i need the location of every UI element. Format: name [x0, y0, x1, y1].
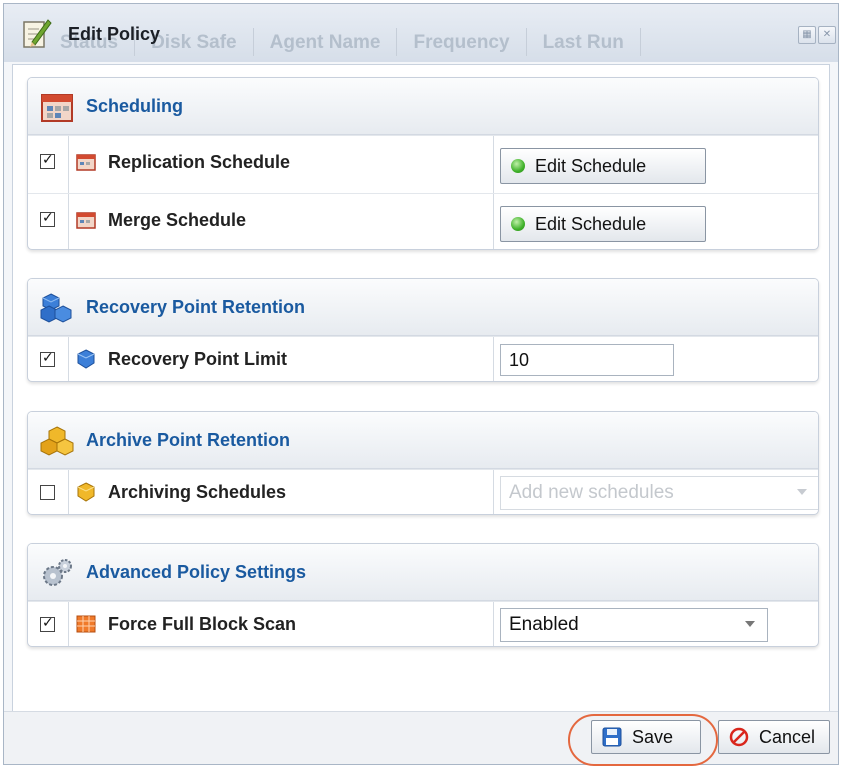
calendar-icon	[41, 94, 73, 122]
replication-schedule-checkbox[interactable]: ✓	[40, 152, 55, 169]
archiving-schedules-row: Archiving Schedules Add new schedules	[28, 469, 818, 514]
selected-value: Enabled	[509, 614, 579, 635]
gold-cubes-icon	[40, 426, 74, 456]
bg-header-frequency: Frequency	[397, 28, 527, 56]
floppy-disk-icon	[602, 727, 622, 747]
advanced-header: Advanced Policy Settings	[28, 544, 818, 601]
maximize-icon: ▦	[802, 29, 812, 40]
value-cell: 10	[493, 337, 818, 381]
dialog-content: Scheduling ✓ Replication Schedule Edit S…	[12, 64, 830, 712]
edit-merge-schedule-button[interactable]: Edit Schedule	[500, 206, 706, 242]
value-cell: Add new schedules	[493, 470, 818, 514]
checkbox-cell: ✓	[28, 337, 69, 381]
dropdown-arrow-icon	[797, 489, 807, 495]
edit-policy-window: Status Disk Safe Agent Name Frequency La…	[3, 3, 839, 765]
value-cell: Enabled	[493, 602, 818, 646]
maximize-button[interactable]: ▦	[798, 26, 816, 44]
advanced-policy-settings-section: Advanced Policy Settings ✓ Force Full Bl…	[27, 543, 819, 647]
force-full-block-scan-checkbox[interactable]: ✓	[40, 615, 55, 632]
checkbox-cell: ✓	[28, 602, 69, 646]
green-status-icon	[511, 217, 525, 231]
checkbox-cell	[28, 470, 69, 514]
edit-document-icon	[23, 19, 52, 48]
dialog-footer: Save Cancel	[4, 711, 838, 764]
bg-header-agent-name: Agent Name	[254, 28, 398, 56]
checkmark-icon: ✓	[42, 615, 54, 631]
save-label: Save	[632, 726, 674, 747]
edit-replication-schedule-button[interactable]: Edit Schedule	[500, 148, 706, 184]
force-full-block-scan-label: Force Full Block Scan	[108, 614, 297, 634]
archive-point-retention-section: Archive Point Retention Archiving Schedu…	[27, 411, 819, 515]
recovery-point-limit-label: Recovery Point Limit	[108, 349, 288, 369]
blue-cubes-icon	[40, 293, 72, 323]
scheduling-section: Scheduling ✓ Replication Schedule Edit S…	[27, 77, 819, 250]
cancel-icon	[729, 727, 749, 747]
gold-cube-icon	[77, 482, 95, 502]
scheduling-title: Scheduling	[86, 96, 184, 116]
recovery-title: Recovery Point Retention	[86, 297, 306, 317]
archive-title: Archive Point Retention	[86, 430, 291, 450]
calendar-icon	[76, 154, 96, 171]
close-button[interactable]: ✕	[818, 26, 836, 44]
checkbox-cell: ✓	[28, 194, 69, 249]
grid-icon	[76, 615, 96, 633]
recovery-point-limit-input[interactable]: 10	[500, 344, 674, 376]
checkbox-cell: ✓	[28, 136, 69, 193]
calendar-icon	[76, 212, 96, 229]
archiving-schedules-dropdown[interactable]: Add new schedules	[500, 476, 818, 510]
recovery-point-limit-row: ✓ Recovery Point Limit 10	[28, 336, 818, 381]
gears-icon	[43, 559, 72, 586]
recovery-header: Recovery Point Retention	[28, 279, 818, 336]
recovery-point-retention-section: Recovery Point Retention ✓ Recovery Poin…	[27, 278, 819, 382]
edit-schedule-label: Edit Schedule	[535, 155, 647, 176]
checkmark-icon: ✓	[42, 210, 54, 226]
value-cell: Edit Schedule	[493, 194, 818, 249]
save-button[interactable]: Save	[591, 720, 701, 754]
title-bar[interactable]: Status Disk Safe Agent Name Frequency La…	[4, 4, 838, 62]
advanced-title: Advanced Policy Settings	[86, 562, 307, 582]
replication-schedule-label: Replication Schedule	[108, 152, 291, 172]
cancel-label: Cancel	[759, 726, 816, 747]
replication-schedule-row: ✓ Replication Schedule Edit Schedule	[28, 135, 818, 193]
archiving-schedules-placeholder: Add new schedules	[509, 482, 674, 503]
close-icon: ✕	[822, 29, 832, 40]
force-full-block-scan-dropdown[interactable]: Enabled	[500, 608, 768, 642]
merge-schedule-row: ✓ Merge Schedule Edit Schedule	[28, 193, 818, 249]
window-title: Edit Policy	[68, 24, 161, 44]
blue-cube-icon	[77, 349, 95, 369]
recovery-point-limit-checkbox[interactable]: ✓	[40, 350, 55, 367]
checkmark-icon: ✓	[42, 350, 54, 366]
archive-header: Archive Point Retention	[28, 412, 818, 469]
bg-header-last-run: Last Run	[527, 28, 641, 56]
force-full-block-scan-row: ✓ Force Full Block Scan Enabled	[28, 601, 818, 646]
scheduling-header: Scheduling	[28, 78, 818, 135]
archiving-schedules-label: Archiving Schedules	[108, 482, 287, 502]
edit-schedule-label: Edit Schedule	[535, 213, 647, 234]
cancel-button[interactable]: Cancel	[718, 720, 830, 754]
archiving-schedules-checkbox[interactable]	[40, 485, 55, 500]
checkmark-icon: ✓	[42, 152, 54, 168]
value-cell: Edit Schedule	[493, 136, 818, 193]
merge-schedule-label: Merge Schedule	[108, 210, 247, 230]
green-status-icon	[511, 159, 525, 173]
dropdown-arrow-icon	[745, 621, 755, 627]
merge-schedule-checkbox[interactable]: ✓	[40, 210, 55, 227]
